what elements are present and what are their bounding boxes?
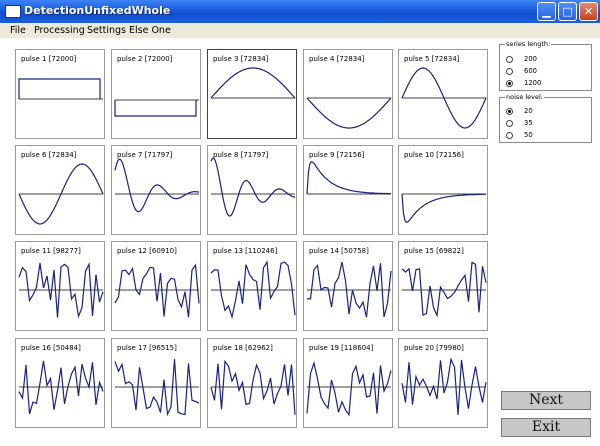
pulse-plot	[306, 161, 392, 195]
minimize-icon: ▁	[542, 5, 551, 18]
pulse-panel[interactable]: pulse 2 [72000]	[111, 49, 201, 139]
pulse-label: pulse 3 [72834]	[213, 55, 269, 63]
pulse-plot	[210, 67, 296, 99]
series-length-label: series length:	[505, 40, 552, 48]
app-icon	[5, 5, 21, 18]
close-button[interactable]: ✕	[579, 2, 598, 21]
pulse-plot	[114, 358, 200, 417]
pulse-label: pulse 13 [110246]	[213, 247, 278, 255]
pulse-panel[interactable]: pulse 15 [69822]	[398, 241, 488, 331]
noise-level-group: noise level: 20 35 50	[499, 93, 592, 143]
pulse-panel[interactable]: pulse 14 [50758]	[303, 241, 393, 331]
menu-bar: File Processing Settings Else One	[0, 23, 600, 38]
pulse-plot	[401, 193, 486, 223]
pulse-plot	[18, 360, 104, 415]
pulse-plot	[114, 158, 200, 213]
pulse-plot	[306, 360, 392, 417]
pulse-plot	[210, 359, 296, 415]
menu-file[interactable]: File	[10, 25, 26, 36]
pulse-label: pulse 19 [118604]	[309, 344, 374, 352]
exit-button[interactable]: Exit	[501, 418, 591, 437]
pulse-plot	[18, 78, 103, 100]
pulse-label: pulse 20 [79980]	[404, 344, 464, 352]
radio-selected-icon	[506, 80, 513, 87]
pulse-waveform	[18, 78, 101, 99]
pulse-label: pulse 17 [96515]	[117, 344, 177, 352]
pulse-plot	[18, 163, 104, 225]
pulse-panel[interactable]: pulse 6 [72834]	[15, 145, 105, 235]
menu-processing[interactable]: Processing	[34, 25, 85, 36]
pulse-label: pulse 7 [71797]	[117, 151, 173, 159]
pulse-panel[interactable]: pulse 11 [98277]	[15, 241, 105, 331]
next-button[interactable]: Next	[501, 391, 591, 410]
pulse-plot	[401, 261, 487, 318]
pulse-panel[interactable]: pulse 19 [118604]	[303, 338, 393, 428]
pulse-label: pulse 16 [50484]	[21, 344, 81, 352]
radio-selected-icon	[506, 108, 513, 115]
radio-icon	[506, 120, 513, 127]
pulse-waveform	[306, 360, 392, 417]
minimize-button[interactable]: ▁	[537, 2, 556, 21]
pulse-waveform	[401, 193, 486, 223]
maximize-icon: □	[562, 5, 573, 18]
pulse-waveform	[306, 161, 392, 195]
radio-icon	[506, 56, 513, 63]
pulse-panel[interactable]: pulse 18 [62962]	[207, 338, 297, 428]
pulse-waveform	[114, 263, 200, 318]
pulse-plot	[114, 263, 200, 318]
pulse-label: pulse 10 [72156]	[404, 151, 464, 159]
pulse-waveform	[114, 100, 197, 117]
pulse-plot	[18, 261, 104, 319]
pulse-panel[interactable]: pulse 1 [72000]	[15, 49, 105, 139]
maximize-button[interactable]: □	[558, 2, 577, 21]
title-bar[interactable]: DetectionUnfixedWhole ▁ □ ✕	[0, 0, 600, 23]
series-length-group: series length: 200 600 1200	[499, 40, 592, 91]
pulse-label: pulse 9 [72156]	[309, 151, 365, 159]
pulse-panel[interactable]: pulse 12 [60910]	[111, 241, 201, 331]
pulse-label: pulse 8 [71797]	[213, 151, 269, 159]
pulse-label: pulse 14 [50758]	[309, 247, 369, 255]
menu-settings[interactable]: Settings	[87, 25, 126, 36]
pulse-panel[interactable]: pulse 4 [72834]	[303, 49, 393, 139]
pulse-plot	[114, 99, 199, 117]
pulse-label: pulse 12 [60910]	[117, 247, 177, 255]
pulse-waveform	[210, 67, 296, 99]
window-title: DetectionUnfixedWhole	[24, 4, 171, 17]
pulse-waveform	[306, 97, 392, 129]
pulse-waveform	[401, 261, 487, 318]
pulse-panel[interactable]: pulse 13 [110246]	[207, 241, 297, 331]
pulse-panel[interactable]: pulse 5 [72834]	[398, 49, 488, 139]
pulse-label: pulse 18 [62962]	[213, 344, 273, 352]
pulse-panel[interactable]: pulse 20 [79980]	[398, 338, 488, 428]
pulse-label: pulse 5 [72834]	[404, 55, 460, 63]
pulse-plot	[401, 67, 487, 129]
pulse-plot	[210, 157, 296, 217]
pulse-label: pulse 4 [72834]	[309, 55, 365, 63]
pulse-label: pulse 6 [72834]	[21, 151, 77, 159]
pulse-panel[interactable]: pulse 9 [72156]	[303, 145, 393, 235]
pulse-label: pulse 15 [69822]	[404, 247, 464, 255]
radio-icon	[506, 132, 513, 139]
pulse-panel[interactable]: pulse 16 [50484]	[15, 338, 105, 428]
pulse-label: pulse 11 [98277]	[21, 247, 81, 255]
pulse-waveform	[210, 359, 296, 415]
close-icon: ✕	[583, 5, 594, 18]
pulse-panel[interactable]: pulse 8 [71797]	[207, 145, 297, 235]
pulse-plot	[401, 357, 487, 415]
pulse-waveform	[210, 157, 296, 217]
menu-else-one[interactable]: Else One	[129, 25, 171, 36]
pulse-plot	[210, 260, 296, 320]
pulse-label: pulse 1 [72000]	[21, 55, 77, 63]
noise-level-label: noise level:	[505, 93, 545, 101]
pulse-waveform	[114, 158, 200, 213]
pulse-panel[interactable]: pulse 17 [96515]	[111, 338, 201, 428]
pulse-panel[interactable]: pulse 10 [72156]	[398, 145, 488, 235]
pulse-plot	[306, 97, 392, 129]
pulse-panel[interactable]: pulse 3 [72834]	[207, 49, 297, 139]
pulse-plot	[307, 261, 392, 318]
radio-icon	[506, 68, 513, 75]
pulse-panel[interactable]: pulse 7 [71797]	[111, 145, 201, 235]
pulse-label: pulse 2 [72000]	[117, 55, 173, 63]
